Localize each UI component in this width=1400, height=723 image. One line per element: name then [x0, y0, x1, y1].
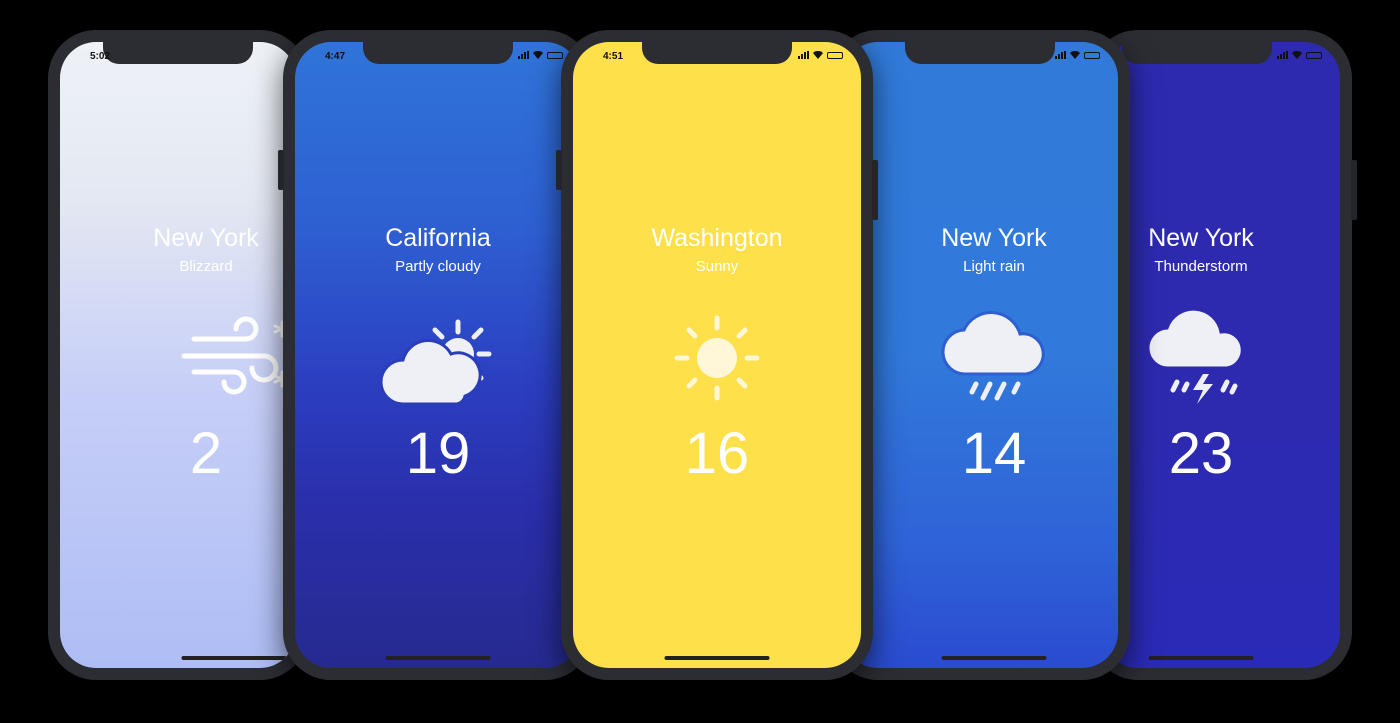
status-time: 5:02 — [90, 51, 111, 62]
status-icons — [1277, 51, 1322, 59]
notch — [905, 42, 1055, 64]
signal-icon — [1277, 51, 1288, 59]
status-icons — [518, 51, 563, 59]
home-indicator[interactable] — [181, 656, 287, 660]
sun-icon — [647, 304, 787, 414]
city-name: Washington — [651, 224, 783, 252]
rain-cloud-icon — [924, 304, 1064, 414]
phone-partly-cloudy: 4:47 California Partly cloudy 19 — [278, 30, 593, 680]
wifi-icon — [533, 51, 543, 59]
notch — [103, 42, 253, 64]
battery-icon — [547, 51, 563, 59]
wifi-icon — [1292, 51, 1302, 59]
phone-light-rain: New York Light rain 14 — [830, 30, 1130, 680]
phone-blizzard: 5:02 New York Blizzard 2 — [48, 30, 308, 680]
city-name: New York — [1148, 224, 1254, 252]
screen: 5:02 New York Blizzard 2 — [60, 42, 296, 668]
wifi-icon — [1070, 51, 1080, 59]
signal-icon — [1055, 51, 1066, 59]
weather-condition: Sunny — [695, 258, 739, 275]
weather-condition: Blizzard — [179, 258, 233, 275]
temperature: 23 — [1168, 421, 1234, 486]
home-indicator[interactable] — [664, 656, 770, 660]
screen: 4:47 California Partly cloudy 19 — [295, 42, 581, 668]
screen: New York Thunderstorm 23 — [1102, 42, 1340, 668]
weather-condition: Partly cloudy — [395, 258, 481, 275]
screen: New York Light rain 14 — [842, 42, 1118, 668]
home-indicator[interactable] — [1148, 656, 1254, 660]
status-time: 4:47 — [325, 51, 346, 62]
battery-icon — [1084, 51, 1100, 59]
weather-condition: Thunderstorm — [1154, 258, 1248, 275]
city-name: California — [385, 224, 491, 252]
signal-icon — [518, 51, 529, 59]
city-name: New York — [941, 224, 1047, 252]
partly-cloudy-icon — [368, 304, 508, 414]
status-icons — [1055, 51, 1100, 59]
home-indicator[interactable] — [941, 656, 1047, 660]
temperature: 16 — [684, 421, 750, 486]
temperature: 14 — [961, 421, 1027, 486]
notch — [1122, 42, 1273, 64]
phone-sunny: 4:51 Washington Sunny 16 — [556, 30, 878, 680]
wind-snow-icon — [164, 304, 296, 414]
status-time: 4:51 — [603, 51, 624, 62]
temperature: 2 — [189, 421, 223, 486]
thunderstorm-icon — [1131, 304, 1271, 414]
wifi-icon — [813, 51, 823, 59]
notch — [363, 42, 513, 64]
battery-icon — [827, 51, 843, 59]
status-icons — [798, 51, 843, 59]
battery-icon — [1306, 51, 1322, 59]
temperature: 19 — [405, 421, 471, 486]
signal-icon — [798, 51, 809, 59]
city-name: New York — [153, 224, 259, 252]
weather-condition: Light rain — [963, 258, 1025, 275]
screen: 4:51 Washington Sunny 16 — [573, 42, 861, 668]
notch — [642, 42, 792, 64]
home-indicator[interactable] — [385, 656, 491, 660]
